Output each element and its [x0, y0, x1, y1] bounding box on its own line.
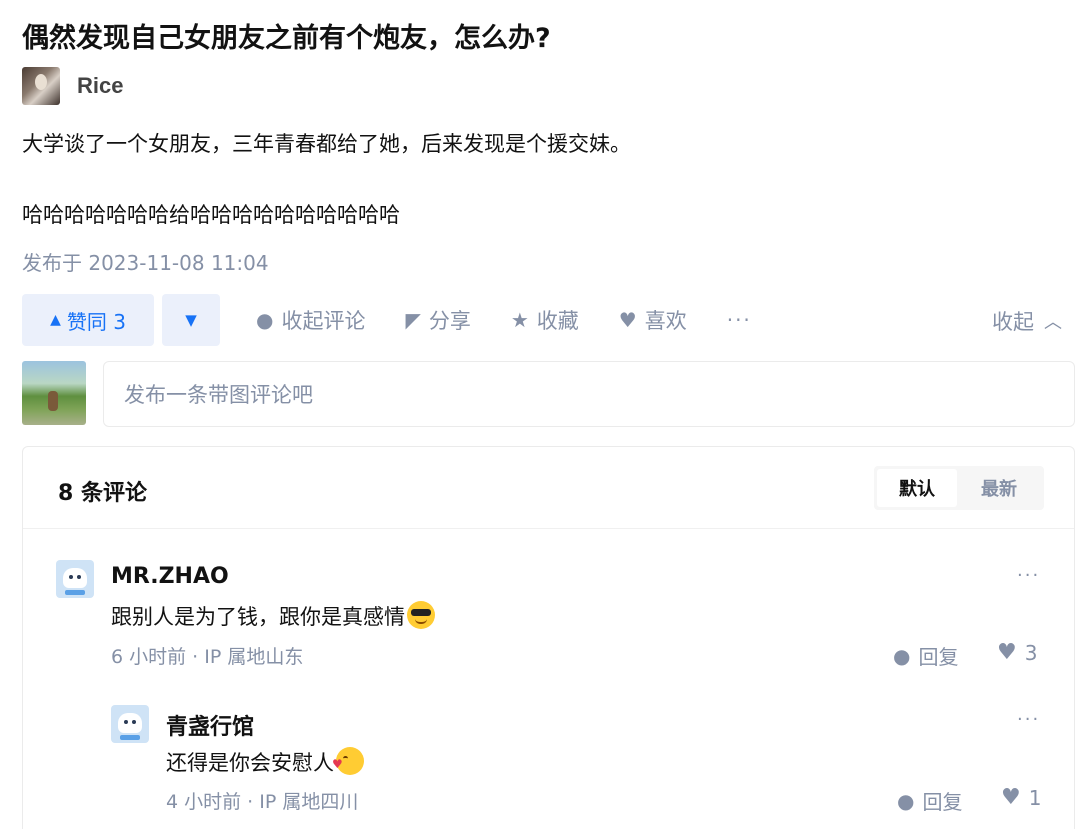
sort-newest-button[interactable]: 最新 [957, 475, 1041, 501]
comments-header: 8 条评论 默认 最新 [23, 447, 1074, 529]
answer-paragraph: 哈哈哈哈哈哈哈给哈哈哈哈哈哈哈哈哈哈 [22, 203, 400, 227]
question-title[interactable]: 偶然发现自己女朋友之前有个炮友，怎么办? [22, 16, 551, 55]
upvote-button[interactable]: ▲ 赞同 3 [22, 294, 154, 346]
comment-like-count: 3 [1024, 640, 1038, 665]
answer-action-bar: ▲ 赞同 3 ▼ ● 收起评论 ◤ 分享 ★ 收藏 ♥ 喜欢 ··· 收起 ︿ [22, 294, 1072, 346]
author-avatar[interactable] [22, 67, 60, 105]
comment-more-icon[interactable]: ··· [1017, 565, 1040, 586]
current-user-avatar [22, 361, 86, 425]
star-icon: ★ [510, 308, 529, 332]
author-info: Rice [22, 67, 123, 105]
comment-bubble-icon: ● [256, 308, 274, 332]
downvote-arrow-icon: ▼ [185, 311, 197, 329]
kissing-heart-emoji-icon [332, 747, 364, 775]
comment-sort-toggle: 默认 最新 [874, 466, 1044, 510]
collapse-comments-label: 收起评论 [281, 309, 366, 333]
answer-paragraph: 大学谈了一个女朋友，三年青春都给了她，后来发现是个援交妹。 [22, 132, 631, 156]
commenter-name[interactable]: MR.ZHAO [111, 564, 229, 589]
comment-time: 6 小时前 [111, 646, 187, 668]
comment-meta: 6 小时前 · IP 属地山东 [111, 646, 304, 668]
commenter-name[interactable]: 青盏行馆 [166, 709, 254, 741]
reply-label: 回复 [922, 790, 963, 814]
comment-like-button[interactable]: ♥ 1 [1001, 785, 1041, 810]
collapse-button[interactable]: 收起 ︿ [992, 306, 1062, 336]
upvote-label: 赞同 3 [66, 309, 126, 334]
comment-input[interactable]: 发布一条带图评论吧 [103, 361, 1075, 427]
comment-time: 4 小时前 [166, 791, 242, 813]
comments-count: 8 条评论 [58, 481, 147, 506]
like-button[interactable]: ♥ 喜欢 [619, 305, 687, 335]
heart-icon: ♥ [997, 640, 1017, 665]
comment-like-button[interactable]: ♥ 3 [997, 640, 1037, 665]
like-label: 喜欢 [644, 309, 687, 333]
reply-button[interactable]: ● 回复 [897, 786, 962, 815]
downvote-button[interactable]: ▼ [162, 294, 220, 346]
sunglasses-emoji-icon [407, 601, 435, 629]
heart-icon: ♥ [1001, 785, 1021, 810]
comment-input-placeholder: 发布一条带图评论吧 [124, 383, 313, 407]
comment-ip: IP 属地四川 [259, 791, 359, 813]
share-button[interactable]: ◤ 分享 [405, 305, 470, 335]
commenter-avatar[interactable] [56, 560, 94, 598]
reply-label: 回复 [918, 645, 959, 669]
commenter-avatar[interactable] [111, 705, 149, 743]
comment-meta: 4 小时前 · IP 属地四川 [166, 791, 359, 813]
comment-text: 跟别人是为了钱，跟你是真感情 [111, 601, 435, 631]
comment-ip: IP 属地山东 [204, 646, 304, 668]
comment-bubble-icon: ● [897, 788, 915, 813]
upvote-arrow-icon: ▲ [50, 312, 61, 328]
share-label: 分享 [428, 309, 471, 333]
comment-bubble-icon: ● [893, 643, 911, 668]
publish-date: 发布于 2023-11-08 11:04 [22, 251, 269, 275]
heart-icon: ♥ [618, 308, 637, 332]
comments-panel: 8 条评论 默认 最新 MR.ZHAO ··· 跟别人是为了钱，跟你是真感情 6… [22, 446, 1075, 829]
paper-plane-icon: ◤ [405, 308, 421, 332]
sort-default-button[interactable]: 默认 [877, 469, 957, 507]
reply-button[interactable]: ● 回复 [893, 641, 958, 670]
author-name[interactable]: Rice [77, 73, 123, 99]
collapse-comments-button[interactable]: ● 收起评论 [256, 305, 365, 335]
more-button[interactable]: ··· [727, 308, 752, 332]
favorite-button[interactable]: ★ 收藏 [511, 305, 579, 335]
collapse-label: 收起 [992, 310, 1034, 334]
chevron-up-icon: ︿ [1044, 312, 1062, 333]
comment-text: 还得是你会安慰人 [166, 747, 364, 777]
favorite-label: 收藏 [536, 309, 579, 333]
comment-more-icon[interactable]: ··· [1017, 709, 1040, 730]
comment-like-count: 1 [1028, 785, 1042, 810]
